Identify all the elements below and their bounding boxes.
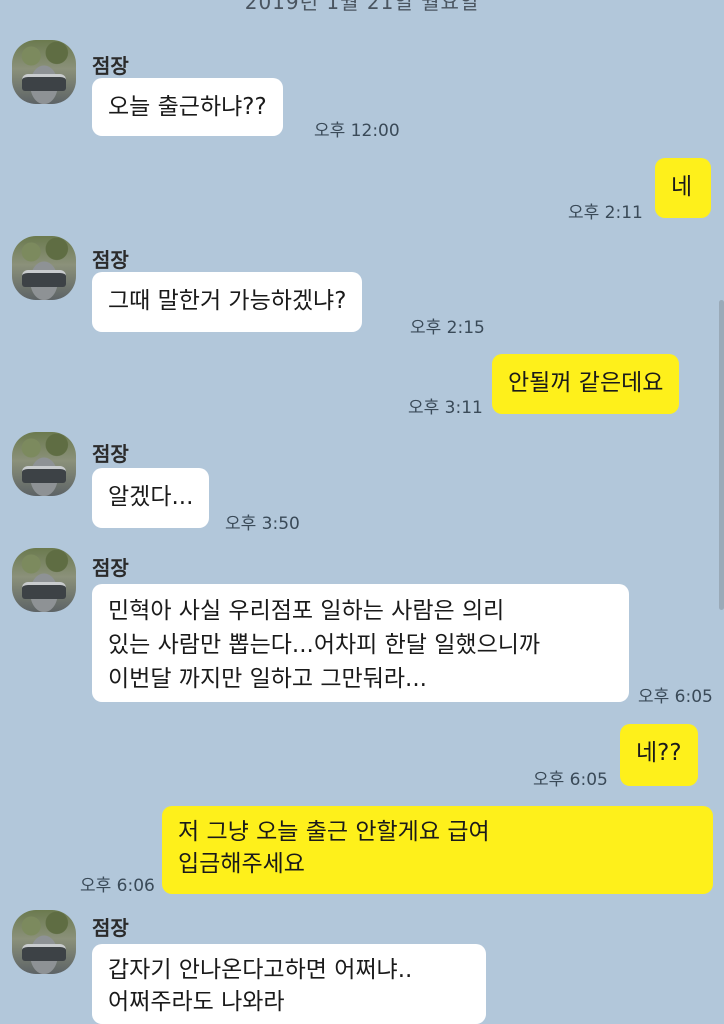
message-time: 오후 3:50 bbox=[225, 514, 300, 534]
sender-name: 점장 bbox=[92, 248, 129, 272]
message-time: 오후 2:15 bbox=[410, 318, 485, 338]
sender-name: 점장 bbox=[92, 54, 129, 78]
date-divider: 2019년 1월 21일 월요일 bbox=[244, 0, 480, 14]
avatar-image bbox=[22, 944, 66, 961]
message-bubble-incoming[interactable]: 오늘 출근하냐?? bbox=[92, 78, 283, 136]
message-time: 오후 3:11 bbox=[408, 398, 483, 418]
scrollbar[interactable] bbox=[719, 300, 724, 610]
sender-avatar[interactable] bbox=[12, 548, 76, 612]
avatar-image bbox=[22, 270, 66, 287]
message-bubble-outgoing[interactable]: 저 그냥 오늘 출근 안할게요 급여 입금해주세요 bbox=[162, 806, 713, 894]
message-bubble-incoming[interactable]: 알겠다... bbox=[92, 468, 210, 528]
message-bubble-incoming[interactable]: 민혁아 사실 우리점포 일하는 사람은 의리 있는 사람만 뽑는다...어차피 … bbox=[92, 584, 629, 702]
sender-avatar[interactable] bbox=[12, 40, 76, 104]
message-time: 오후 6:05 bbox=[533, 770, 608, 790]
message-time: 오후 2:11 bbox=[568, 203, 643, 223]
message-time: 오후 6:05 bbox=[638, 687, 713, 707]
avatar-image bbox=[22, 582, 66, 599]
message-bubble-incoming[interactable]: 갑자기 안나온다고하면 어쩌냐.. 어쩌주라도 나와라 bbox=[92, 944, 486, 1024]
sender-name: 점장 bbox=[92, 916, 129, 940]
avatar-image bbox=[22, 74, 66, 91]
sender-avatar[interactable] bbox=[12, 236, 76, 300]
message-time: 오후 6:06 bbox=[80, 876, 155, 896]
avatar-image bbox=[22, 466, 66, 483]
sender-name: 점장 bbox=[92, 556, 129, 580]
sender-avatar[interactable] bbox=[12, 432, 76, 496]
sender-avatar[interactable] bbox=[12, 910, 76, 974]
sender-name: 점장 bbox=[92, 442, 129, 466]
message-bubble-incoming[interactable]: 그때 말한거 가능하겠냐? bbox=[92, 272, 363, 332]
message-time: 오후 12:00 bbox=[314, 121, 400, 141]
message-bubble-outgoing[interactable]: 네?? bbox=[620, 724, 698, 786]
message-bubble-outgoing[interactable]: 안될꺼 같은데요 bbox=[492, 354, 680, 414]
message-bubble-outgoing[interactable]: 네 bbox=[655, 158, 711, 218]
